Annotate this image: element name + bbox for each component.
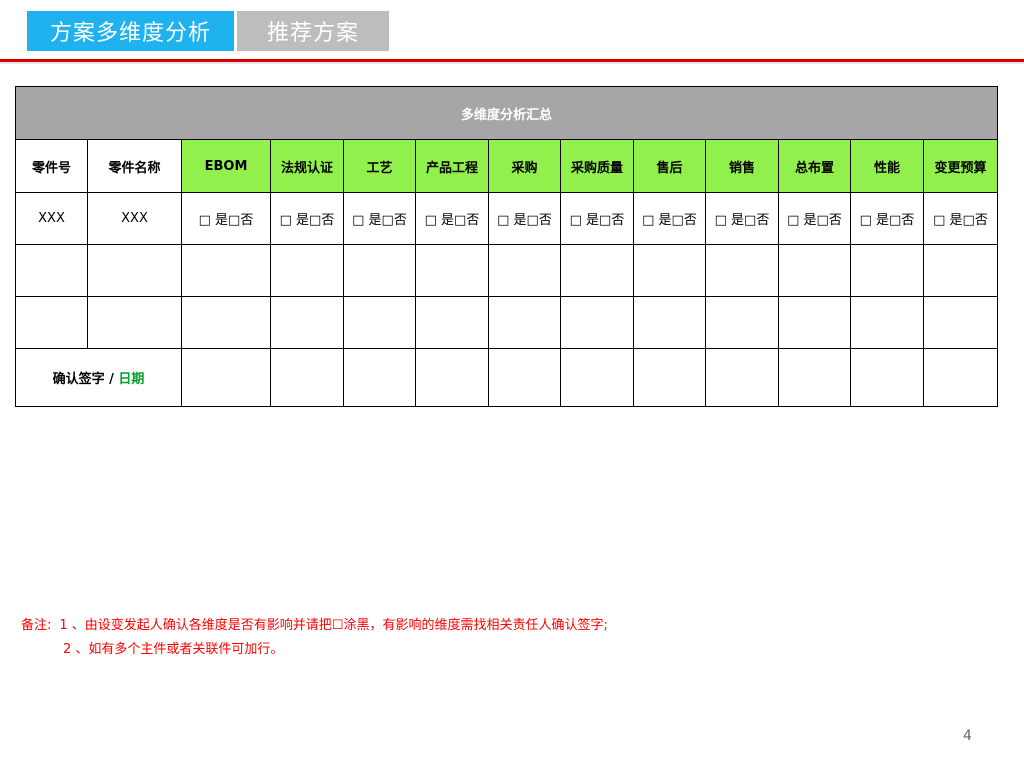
signature-cell[interactable] (560, 348, 634, 407)
table-title: 多维度分析汇总 (15, 86, 998, 140)
empty-cell[interactable] (181, 296, 271, 349)
remark-label: 备注: (21, 618, 52, 633)
sign-row: 确认签字 / 日期 (15, 348, 998, 407)
purchasing-checkbox-cell[interactable]: □ 是□否 (488, 192, 561, 245)
header-ebom: EBOM (181, 139, 271, 193)
empty-cell[interactable] (87, 244, 182, 297)
empty-cell[interactable] (850, 244, 924, 297)
page-number: 4 (963, 728, 972, 744)
layout-checkbox-cell[interactable]: □ 是□否 (778, 192, 851, 245)
empty-cell[interactable] (87, 296, 182, 349)
table-row (15, 244, 998, 297)
product-engineering-checkbox-cell[interactable]: □ 是□否 (415, 192, 489, 245)
signature-cell[interactable] (181, 348, 271, 407)
signature-cell[interactable] (850, 348, 924, 407)
empty-cell[interactable] (270, 296, 344, 349)
signature-cell[interactable] (270, 348, 344, 407)
sign-label-cell: 确认签字 / 日期 (15, 348, 182, 407)
header-purchasing-quality: 采购质量 (560, 139, 634, 193)
table-row (15, 296, 998, 349)
header-layout: 总布置 (778, 139, 851, 193)
remark-text-2: 2 、如有多个主件或者关联件可加行。 (63, 642, 284, 657)
signature-cell[interactable] (488, 348, 561, 407)
process-checkbox-cell[interactable]: □ 是□否 (343, 192, 416, 245)
empty-cell[interactable] (343, 296, 416, 349)
empty-cell[interactable] (343, 244, 416, 297)
part-name-cell[interactable]: XXX (87, 192, 182, 245)
empty-cell[interactable] (633, 244, 706, 297)
header-process: 工艺 (343, 139, 416, 193)
remarks: 备注: 1 、由设变发起人确认各维度是否有影响并请把☐涂黑，有影响的维度需找相关责… (21, 614, 608, 662)
empty-cell[interactable] (633, 296, 706, 349)
header-purchasing: 采购 (488, 139, 561, 193)
sales-checkbox-cell[interactable]: □ 是□否 (705, 192, 779, 245)
performance-checkbox-cell[interactable]: □ 是□否 (850, 192, 924, 245)
empty-cell[interactable] (705, 296, 779, 349)
empty-cell[interactable] (181, 244, 271, 297)
empty-cell[interactable] (488, 296, 561, 349)
header-part-no: 零件号 (15, 139, 88, 193)
after-sales-checkbox-cell[interactable]: □ 是□否 (633, 192, 706, 245)
summary-table: 多维度分析汇总 零件号 零件名称 EBOM 法规认证 工艺 产品工程 采购 采购… (15, 86, 998, 407)
header-part-name: 零件名称 (87, 139, 182, 193)
empty-cell[interactable] (705, 244, 779, 297)
part-no-cell[interactable]: XXX (15, 192, 88, 245)
purchasing-quality-checkbox-cell[interactable]: □ 是□否 (560, 192, 634, 245)
header-product-engineering: 产品工程 (415, 139, 489, 193)
header-after-sales: 售后 (633, 139, 706, 193)
empty-cell[interactable] (560, 244, 634, 297)
header-sales: 销售 (705, 139, 779, 193)
header-row: 零件号 零件名称 EBOM 法规认证 工艺 产品工程 采购 采购质量 售后 销售… (15, 139, 998, 193)
ebom-checkbox-cell[interactable]: □ 是□否 (181, 192, 271, 245)
sign-label: 确认签字 / (52, 372, 119, 387)
empty-cell[interactable] (850, 296, 924, 349)
signature-cell[interactable] (633, 348, 706, 407)
empty-cell[interactable] (415, 244, 489, 297)
empty-cell[interactable] (488, 244, 561, 297)
empty-cell[interactable] (15, 244, 88, 297)
header-divider-shadow (0, 62, 1024, 64)
signature-cell[interactable] (343, 348, 416, 407)
empty-cell[interactable] (560, 296, 634, 349)
empty-cell[interactable] (923, 244, 998, 297)
regulation-checkbox-cell[interactable]: □ 是□否 (270, 192, 344, 245)
tab-recommended-plan[interactable]: 推荐方案 (237, 11, 389, 51)
header-change-budget: 变更预算 (923, 139, 998, 193)
empty-cell[interactable] (778, 296, 851, 349)
remark-line-1: 备注: 1 、由设变发起人确认各维度是否有影响并请把☐涂黑，有影响的维度需找相关责… (21, 614, 608, 638)
header-performance: 性能 (850, 139, 924, 193)
remark-text-1: 1 、由设变发起人确认各维度是否有影响并请把☐涂黑，有影响的维度需找相关责任人确… (59, 618, 608, 633)
change-budget-checkbox-cell[interactable]: □ 是□否 (923, 192, 998, 245)
signature-cell[interactable] (705, 348, 779, 407)
empty-cell[interactable] (923, 296, 998, 349)
signature-cell[interactable] (778, 348, 851, 407)
empty-cell[interactable] (270, 244, 344, 297)
empty-cell[interactable] (415, 296, 489, 349)
signature-cell[interactable] (415, 348, 489, 407)
table-row: XXX XXX □ 是□否 □ 是□否 □ 是□否 □ 是□否 □ 是□否 □ … (15, 192, 998, 245)
header-regulation: 法规认证 (270, 139, 344, 193)
empty-cell[interactable] (778, 244, 851, 297)
remark-line-2: 2 、如有多个主件或者关联件可加行。 (21, 638, 608, 662)
signature-cell[interactable] (923, 348, 998, 407)
date-label: 日期 (118, 372, 145, 387)
empty-cell[interactable] (15, 296, 88, 349)
tab-multi-dimension-analysis[interactable]: 方案多维度分析 (27, 11, 234, 51)
